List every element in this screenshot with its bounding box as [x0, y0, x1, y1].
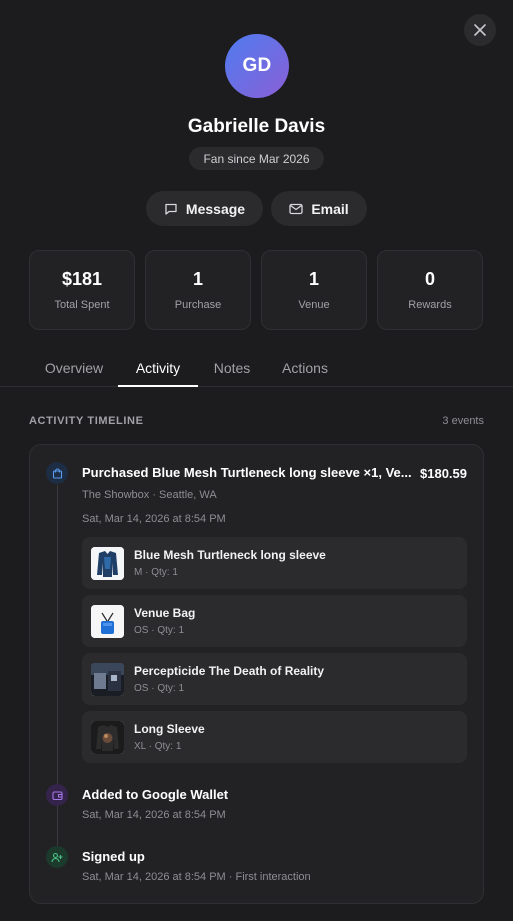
- stat-value: 0: [424, 269, 435, 289]
- chat-bubble-icon: [165, 203, 177, 215]
- event-title: Added to Google Wallet: [82, 787, 229, 802]
- avatar: GD: [225, 34, 289, 98]
- stat-value: 1: [192, 269, 203, 289]
- event-location: The Showbox · Seattle, WA: [82, 489, 217, 501]
- item-thumbnail: [91, 721, 124, 754]
- event-time: Sat, Mar 14, 2026 at 8:54 PM: [82, 513, 226, 525]
- event-time: Sat, Mar 14, 2026 at 8:54 PM: [82, 809, 226, 821]
- stat-value: 1: [308, 269, 319, 289]
- purchase-event-dot: [46, 462, 68, 484]
- events-count: 3 events: [442, 415, 484, 427]
- item-name: Venue Bag: [134, 606, 196, 620]
- tab-activity[interactable]: Activity: [118, 351, 198, 387]
- event-title: Purchased Blue Mesh Turtleneck long slee…: [82, 465, 412, 480]
- event-amount: $180.59: [420, 466, 467, 481]
- item-meta: OS · Qty: 1: [134, 683, 185, 694]
- tab-notes[interactable]: Notes: [206, 351, 258, 387]
- item-thumbnail: [91, 605, 124, 638]
- purchase-item[interactable]: Venue Bag OS · Qty: 1: [82, 595, 467, 647]
- tab-actions[interactable]: Actions: [274, 351, 336, 387]
- tab-overview[interactable]: Overview: [37, 351, 111, 387]
- wallet-icon: [51, 790, 63, 800]
- wallet-event-dot: [46, 784, 68, 806]
- stat-venue: 1 Venue: [261, 250, 367, 330]
- stat-label: Rewards: [408, 299, 452, 311]
- email-button-label: Email: [311, 200, 349, 217]
- item-name: Blue Mesh Turtleneck long sleeve: [134, 548, 326, 562]
- purchase-item[interactable]: Percepticide The Death of Reality OS · Q…: [82, 653, 467, 705]
- tab-bar: Overview Activity Notes Actions: [0, 351, 513, 387]
- stat-purchase: 1 Purchase: [145, 250, 251, 330]
- stat-value: $181: [61, 269, 103, 289]
- mail-icon: [289, 203, 303, 214]
- section-title: ACTIVITY TIMELINE: [29, 415, 144, 427]
- message-button-label: Message: [185, 200, 246, 217]
- item-meta: M · Qty: 1: [134, 567, 178, 578]
- user-plus-icon: [51, 852, 63, 862]
- item-thumbnail: [91, 663, 124, 696]
- item-thumbnail: [91, 547, 124, 580]
- event-time: Sat, Mar 14, 2026 at 8:54 PM · First int…: [82, 871, 311, 883]
- close-button[interactable]: [464, 14, 496, 46]
- message-button[interactable]: Message: [146, 191, 263, 226]
- stat-total-spent: $181 Total Spent: [29, 250, 135, 330]
- signup-event-dot: [46, 846, 68, 868]
- fan-name: Gabrielle Davis: [187, 116, 326, 137]
- stat-label: Venue: [298, 299, 330, 311]
- shopping-bag-icon: [52, 467, 62, 479]
- item-name: Long Sleeve: [134, 722, 205, 736]
- purchase-item[interactable]: Blue Mesh Turtleneck long sleeve M · Qty…: [82, 537, 467, 589]
- event-title: Signed up: [82, 849, 145, 864]
- fan-since-badge: Fan since Mar 2026: [189, 147, 324, 170]
- stat-rewards: 0 Rewards: [377, 250, 483, 330]
- email-button[interactable]: Email: [271, 191, 367, 226]
- item-meta: XL · Qty: 1: [134, 741, 182, 752]
- item-meta: OS · Qty: 1: [134, 625, 185, 636]
- stat-label: Total Spent: [54, 299, 110, 311]
- item-name: Percepticide The Death of Reality: [134, 664, 325, 678]
- stats-row: $181 Total Spent 1 Purchase 1 Venue 0 Re…: [29, 250, 483, 330]
- purchase-item[interactable]: Long Sleeve XL · Qty: 1: [82, 711, 467, 763]
- contact-actions: Message Email: [146, 191, 367, 226]
- stat-label: Purchase: [174, 299, 222, 311]
- close-icon: [474, 24, 486, 36]
